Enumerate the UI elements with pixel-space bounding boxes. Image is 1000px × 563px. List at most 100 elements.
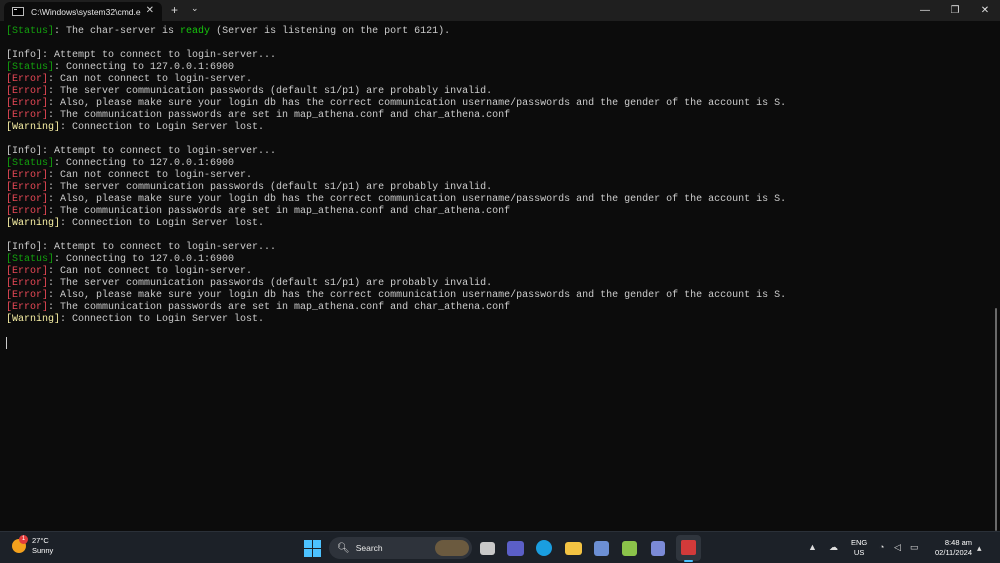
console-text-info: : Also, please make sure your login db h…: [48, 194, 787, 205]
console-text-error: [Error]: [6, 278, 49, 289]
console-text-ready: ready: [180, 26, 211, 37]
search-icon: 🔍︎: [337, 542, 350, 554]
console-text-status: [Status]: [6, 62, 55, 73]
console-text-info: : The communication passwords are set in…: [48, 206, 511, 217]
console-text-status: [Status]: [6, 158, 55, 169]
console-line: [Warning]: Connection to Login Server lo…: [6, 122, 786, 134]
console-line: [Error]: Can not connect to login-server…: [6, 170, 786, 182]
console-line: [Error]: Also, please make sure your log…: [6, 194, 786, 206]
notepad-plus-icon[interactable]: [622, 541, 637, 556]
console-line: [Error]: Also, please make sure your log…: [6, 290, 786, 302]
console-line: [Error]: The server communication passwo…: [6, 278, 786, 290]
teams-icon[interactable]: [507, 541, 524, 556]
console-text-info: : The communication passwords are set in…: [48, 302, 511, 313]
maximize-button[interactable]: ❐: [940, 0, 970, 21]
wifi-icon[interactable]: ◔: [879, 542, 884, 552]
terminal-tab[interactable]: C:\Windows\system32\cmd.e ✕: [4, 2, 162, 21]
console-text-info: : The server communication passwords (de…: [48, 86, 493, 97]
network-tool-icon[interactable]: [594, 541, 609, 556]
console-text-info: : The communication passwords are set in…: [48, 110, 511, 121]
cmd-icon: [12, 7, 24, 16]
console-line: [Warning]: Connection to Login Server lo…: [6, 314, 786, 326]
console-text-error: [Error]: [6, 86, 49, 97]
console-text-info: : Also, please make sure your login db h…: [48, 290, 787, 301]
console-line: [Error]: Can not connect to login-server…: [6, 74, 786, 86]
console-text-status: [Status]: [6, 254, 55, 265]
console-output: [Status]: The char-server is ready (Serv…: [6, 26, 786, 326]
console-line: [Info]: Attempt to connect to login-serv…: [6, 242, 786, 254]
console-text-info: : Connecting to 127.0.0.1:6900: [54, 254, 235, 265]
console-text-info: : Can not connect to login-server.: [48, 170, 253, 181]
console-text-info: : The char-server is: [54, 26, 181, 37]
console-line: [Error]: Can not connect to login-server…: [6, 266, 786, 278]
console-line: [Error]: The server communication passwo…: [6, 182, 786, 194]
console-text-info: : Can not connect to login-server.: [48, 74, 253, 85]
console-line: [Error]: The communication passwords are…: [6, 206, 786, 218]
console-text-status: [Status]: [6, 26, 55, 37]
weather-temperature: 27°C: [32, 536, 49, 545]
weather-description: Sunny: [32, 546, 54, 555]
console-line: [Error]: The communication passwords are…: [6, 302, 786, 314]
volume-icon[interactable]: ◁: [894, 542, 901, 553]
console-text-info: [Info]: Attempt to connect to login-serv…: [6, 242, 277, 253]
show-hidden-icons-chevron-icon[interactable]: ▲: [808, 542, 817, 552]
minimize-button[interactable]: —: [910, 0, 940, 21]
console-text-info: : Connection to Login Server lost.: [60, 314, 265, 325]
cloud-icon[interactable]: ☁: [829, 542, 838, 553]
console-text-error: [Error]: [6, 266, 49, 277]
file-explorer-icon[interactable]: [565, 542, 582, 555]
taskbar: 1 27°C Sunny 🔍︎ Search ▲ ☁ ENG US ◔ ◁ ▭ …: [0, 531, 1000, 563]
search-label: Search: [355, 543, 383, 553]
terminal-icon: [681, 540, 696, 555]
text-cursor: [6, 337, 7, 349]
console-text-info: : Connecting to 127.0.0.1:6900: [54, 62, 235, 73]
console-text-info: (Server is listening on the port 6121).: [210, 26, 451, 37]
weather-widget[interactable]: 1 27°C Sunny: [12, 535, 54, 556]
windows-start-icon[interactable]: [304, 540, 321, 557]
console-line: [Error]: The communication passwords are…: [6, 110, 786, 122]
console-text-info: [Info]: Attempt to connect to login-serv…: [6, 50, 277, 61]
console-text-info: : Connection to Login Server lost.: [60, 218, 265, 229]
weather-badge: 1: [19, 535, 28, 544]
console-text-info: : Can not connect to login-server.: [48, 266, 253, 277]
clock[interactable]: 8:48 am 02/11/2024: [928, 538, 972, 558]
console-text-error: [Error]: [6, 110, 49, 121]
console-area[interactable]: [Status]: The char-server is ready (Serv…: [0, 21, 1000, 531]
tab-dropdown-chevron-icon[interactable]: ⌄: [191, 3, 199, 14]
console-text-info: : Also, please make sure your login db h…: [48, 98, 787, 109]
console-text-info: : The server communication passwords (de…: [48, 278, 493, 289]
console-text-info: : Connecting to 127.0.0.1:6900: [54, 158, 235, 169]
taskbar-search[interactable]: 🔍︎ Search: [329, 537, 472, 559]
console-text-error: [Error]: [6, 302, 49, 313]
keyboard-region: US: [853, 548, 865, 557]
console-line: [Info]: Attempt to connect to login-serv…: [6, 146, 786, 158]
notification-bell-icon[interactable]: ▴: [977, 543, 982, 554]
scrollbar[interactable]: [995, 308, 997, 531]
terminal-app-button[interactable]: [676, 535, 701, 561]
language-code: ENG: [851, 538, 868, 547]
active-app-indicator: [684, 560, 693, 562]
tab-close-icon[interactable]: ✕: [146, 5, 154, 16]
title-bar: C:\Windows\system32\cmd.e ✕ + ⌄ — ❐ ✕: [0, 0, 1000, 21]
console-line: [Error]: The server communication passwo…: [6, 86, 786, 98]
close-window-button[interactable]: ✕: [970, 0, 1000, 21]
console-text-info: [Info]: Attempt to connect to login-serv…: [6, 146, 277, 157]
clock-date: 02/11/2024: [935, 548, 972, 557]
new-tab-button[interactable]: +: [171, 3, 178, 17]
edge-icon[interactable]: [536, 540, 552, 556]
console-text-error: [Error]: [6, 170, 49, 181]
console-line: [Status]: Connecting to 127.0.0.1:6900: [6, 62, 786, 74]
console-line: [Status]: Connecting to 127.0.0.1:6900: [6, 254, 786, 266]
task-view-icon[interactable]: [480, 542, 495, 555]
battery-icon[interactable]: ▭: [910, 542, 919, 553]
language-indicator[interactable]: ENG US: [851, 538, 867, 558]
app-icon[interactable]: [651, 541, 665, 556]
console-text-error: [Error]: [6, 206, 49, 217]
console-text-info: : The server communication passwords (de…: [48, 182, 493, 193]
console-line: [Status]: Connecting to 127.0.0.1:6900: [6, 158, 786, 170]
console-line: [Info]: Attempt to connect to login-serv…: [6, 50, 786, 62]
console-line: [Status]: The char-server is ready (Serv…: [6, 26, 786, 38]
